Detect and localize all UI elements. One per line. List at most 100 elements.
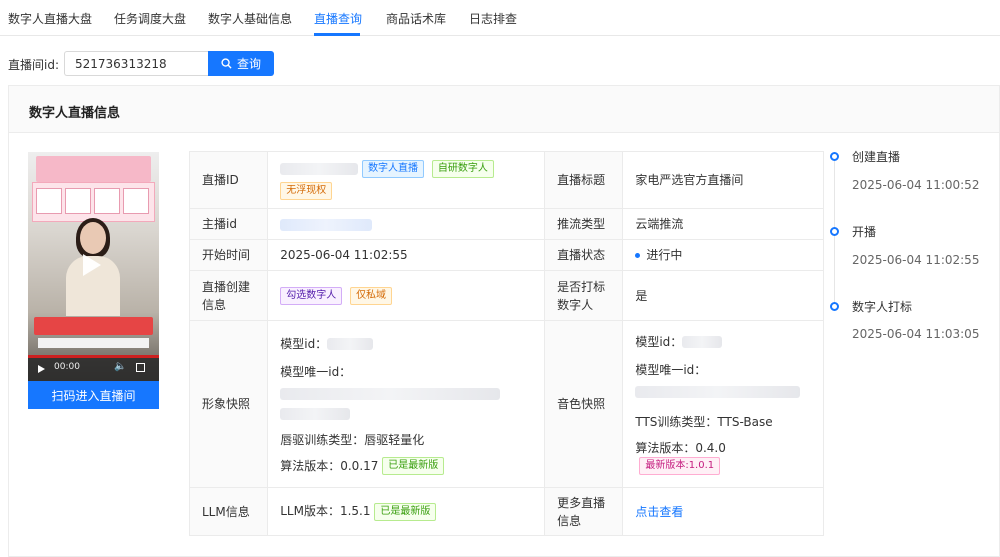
video-product <box>65 188 91 214</box>
live-video-player[interactable]: 00:00 🔈 <box>28 152 159 381</box>
appearance-model-id-line: 模型id： <box>280 335 532 353</box>
appearance-algo-line: 算法版本：0.0.17 已是最新版 <box>280 457 532 476</box>
more-info-value: 点击查看 <box>622 487 824 536</box>
timeline-dot <box>830 227 839 236</box>
live-status-label: 直播状态 <box>544 239 624 271</box>
tab-digital-human-info[interactable]: 数字人基础信息 <box>208 10 292 27</box>
status-dot <box>635 253 641 258</box>
is-marked-label: 是否打标数字人 <box>544 270 624 321</box>
redacted-model-id <box>327 338 374 351</box>
redacted-voice-model-id <box>682 336 723 349</box>
anchor-id-value <box>267 208 546 240</box>
fullscreen-icon[interactable] <box>136 363 145 372</box>
volume-icon[interactable]: 🔈 <box>114 361 126 372</box>
appearance-snapshot-value: 模型id： 模型唯一id： 唇驱训练类型：唇驱轻量化 算法版本：0.0.17 已… <box>267 320 546 488</box>
voice-algo-version: 算法版本：0.4.0 <box>635 440 726 455</box>
live-status-value: 进行中 <box>622 239 824 271</box>
create-info-label: 直播创建信息 <box>188 270 269 321</box>
view-more-link[interactable]: 点击查看 <box>635 505 683 519</box>
video-promo-banner <box>34 317 153 335</box>
tag-digital-live: 数字人直播 <box>362 160 425 179</box>
table-row: 形象快照 模型id： 模型唯一id： 唇驱训练类型：唇驱轻量化 算法版本：0.0… <box>188 320 824 488</box>
redacted-voice-model-uid <box>635 386 801 399</box>
video-banner <box>36 156 151 182</box>
tab-digital-live-dashboard[interactable]: 数字人直播大盘 <box>8 10 92 27</box>
appearance-snapshot-label: 形象快照 <box>188 320 269 488</box>
appearance-model-uid-label: 模型唯一id： <box>280 364 352 379</box>
appearance-model-uid-line2 <box>280 403 532 421</box>
table-row: 主播id 推流类型 云端推流 <box>188 208 824 240</box>
voice-latest-version-tag: 最新版本:1.0.1 <box>639 457 721 476</box>
timeline-time: 2025-06-04 11:02:55 <box>852 253 980 267</box>
video-product <box>36 188 62 214</box>
card-header: 数字人直播信息 <box>9 86 999 133</box>
timeline-label: 数字人打标 <box>852 300 913 314</box>
query-button[interactable]: 查询 <box>208 51 274 76</box>
start-time-label: 开始时间 <box>188 239 269 271</box>
tab-live-query[interactable]: 直播查询 <box>314 10 362 27</box>
llm-latest-tag: 已是最新版 <box>374 502 437 521</box>
search-icon <box>221 58 232 69</box>
scan-enter-live-button[interactable]: 扫码进入直播间 <box>28 381 159 409</box>
appearance-driver-type: 唇驱训练类型：唇驱轻量化 <box>280 432 425 447</box>
video-time: 00:00 <box>54 362 80 372</box>
appearance-model-uid-line <box>280 385 532 403</box>
llm-version: LLM版本：1.5.1 <box>280 504 371 519</box>
table-row: 开始时间 2025-06-04 11:02:55 直播状态 进行中 <box>188 239 824 271</box>
live-title-value: 家电严选官方直播间 <box>622 151 824 209</box>
more-info-label: 更多直播信息 <box>544 487 624 536</box>
llm-info-value: LLM版本：1.5.1 已是最新版 <box>267 487 546 536</box>
tag-self-developed: 自研数字人 <box>431 160 494 179</box>
top-tabs: 数字人直播大盘 任务调度大盘 数字人基础信息 直播查询 商品话术库 日志排查 <box>0 0 1000 36</box>
video-promo-strip <box>38 338 149 348</box>
llm-info-label: LLM信息 <box>188 487 269 536</box>
appearance-latest-tag: 已是最新版 <box>382 457 445 476</box>
play-icon[interactable] <box>83 254 101 276</box>
timeline-label: 创建直播 <box>852 150 901 164</box>
is-marked-value: 是 <box>622 270 824 321</box>
appearance-model-id-label: 模型id： <box>280 336 328 351</box>
timeline-dot <box>830 152 839 161</box>
voice-latest-line: 最新版本:1.0.1 <box>635 457 811 476</box>
tag-select-digital-human: 勾选数字人 <box>280 286 343 305</box>
redacted-model-uid <box>280 388 501 401</box>
tab-task-dispatch-dashboard[interactable]: 任务调度大盘 <box>114 10 186 27</box>
presenter-head <box>80 222 106 254</box>
tag-private-only: 仅私域 <box>350 286 393 305</box>
table-row: 直播ID 数字人直播 自研数字人 无浮现权 直播标题 家电严选官方直播间 <box>188 151 824 209</box>
voice-model-id-line: 模型id： <box>635 333 811 351</box>
video-product <box>123 188 149 214</box>
voice-model-uid-line <box>635 383 811 401</box>
search-label: 直播间id: <box>8 58 59 72</box>
live-room-id-input[interactable] <box>64 51 208 76</box>
table-row: 直播创建信息 勾选数字人 仅私域 是否打标数字人 是 <box>188 270 824 321</box>
live-title-label: 直播标题 <box>544 151 624 209</box>
voice-snapshot-label: 音色快照 <box>544 320 624 488</box>
voice-tts-type: TTS训练类型：TTS-Base <box>635 414 773 429</box>
timeline-dot <box>830 302 839 311</box>
play-small-icon[interactable] <box>38 365 45 373</box>
voice-model-uid-label: 模型唯一id： <box>635 362 707 377</box>
redacted-anchor-id <box>280 218 373 231</box>
table-row: LLM信息 LLM版本：1.5.1 已是最新版 更多直播信息 点击查看 <box>188 487 824 536</box>
live-info-table: 直播ID 数字人直播 自研数字人 无浮现权 直播标题 家电严选官方直播间 主播i… <box>188 151 824 536</box>
video-product <box>94 188 120 214</box>
voice-model-id-label: 模型id： <box>635 334 683 349</box>
status-text: 进行中 <box>646 248 683 262</box>
query-button-label: 查询 <box>236 57 261 71</box>
push-type-label: 推流类型 <box>544 208 624 240</box>
timeline-label: 开播 <box>852 225 877 239</box>
card-title: 数字人直播信息 <box>29 106 121 121</box>
video-progress-bar[interactable] <box>28 355 159 358</box>
voice-snapshot-value: 模型id： 模型唯一id： TTS训练类型：TTS-Base 算法版本：0.4.… <box>622 320 824 488</box>
redacted-model-uid <box>280 407 351 420</box>
active-tab-indicator <box>314 33 360 36</box>
timeline-time: 2025-06-04 11:03:05 <box>852 327 980 341</box>
tab-product-script-library[interactable]: 商品话术库 <box>386 10 446 27</box>
video-control-bar: 00:00 🔈 <box>28 355 159 381</box>
redacted-live-id <box>280 163 359 176</box>
push-type-value: 云端推流 <box>622 208 824 240</box>
timeline-time: 2025-06-04 11:00:52 <box>852 178 980 192</box>
tab-log-troubleshooting[interactable]: 日志排查 <box>469 10 517 27</box>
start-time-value: 2025-06-04 11:02:55 <box>267 239 546 271</box>
